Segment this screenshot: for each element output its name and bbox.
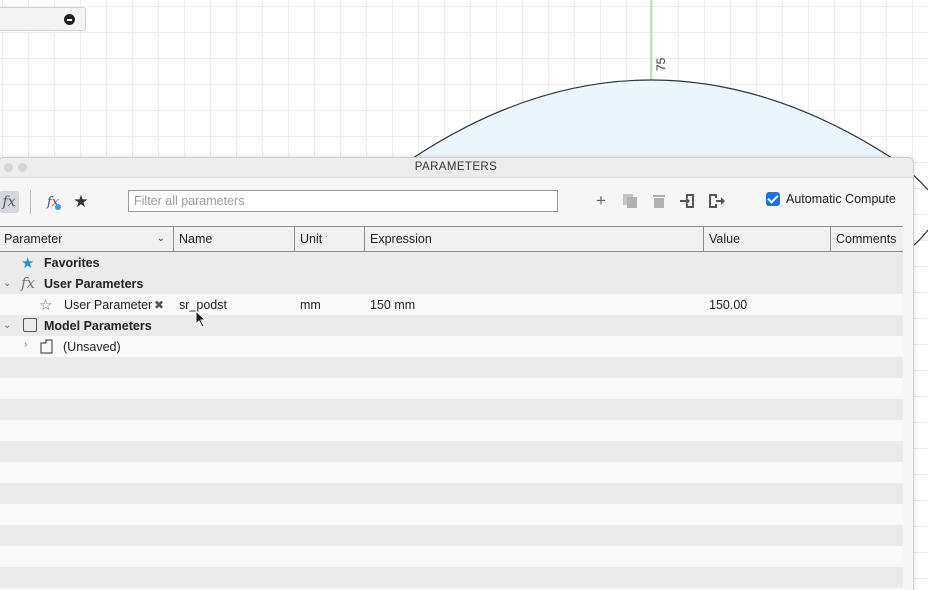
parameter-unit[interactable]: mm — [300, 298, 321, 312]
empty-row — [0, 378, 903, 399]
dialog-title: PARAMETERS — [414, 161, 498, 173]
unsaved-row[interactable]: › (Unsaved) — [0, 336, 903, 357]
empty-row — [0, 504, 903, 525]
delete-icon[interactable] — [648, 191, 670, 211]
user-parameters-label: User Parameters — [44, 277, 144, 291]
chevron-down-icon[interactable]: ⌄ — [157, 233, 165, 244]
parameters-table: Parameter ⌄ Name Unit Expression Value C… — [0, 226, 903, 590]
column-header-value[interactable]: Value — [704, 227, 831, 251]
component-icon — [23, 318, 37, 332]
circle-arc[interactable] — [409, 79, 896, 161]
copy-icon[interactable] — [619, 191, 641, 211]
empty-row — [0, 567, 903, 588]
automatic-compute-toggle[interactable]: Automatic Compute — [766, 192, 896, 206]
add-icon[interactable]: + — [590, 191, 612, 211]
automatic-compute-checkbox[interactable] — [766, 192, 780, 206]
empty-row — [0, 525, 903, 546]
chevron-down-icon[interactable]: ⌄ — [3, 278, 11, 289]
column-header-unit[interactable]: Unit — [295, 227, 365, 251]
chevron-right-icon[interactable]: › — [24, 339, 27, 350]
model-parameters-label: Model Parameters — [44, 319, 152, 333]
chevron-down-icon[interactable]: ⌄ — [3, 320, 11, 331]
favorites-label: Favorites — [44, 256, 100, 270]
circle-arc-edge — [913, 229, 928, 246]
column-header-comments[interactable]: Comments — [831, 227, 903, 251]
model-parameters-row[interactable]: ⌄ Model Parameters — [0, 315, 903, 336]
empty-row — [0, 420, 903, 441]
empty-row — [0, 399, 903, 420]
parameter-value: 150.00 — [709, 298, 748, 312]
dimension-label[interactable]: 75 — [654, 51, 668, 71]
empty-row — [0, 483, 903, 504]
parameters-dialog: PARAMETERS fx fx ★ + Automatic Compute P… — [0, 157, 914, 590]
dialog-titlebar[interactable]: PARAMETERS — [0, 158, 913, 178]
column-header-parameter[interactable]: Parameter ⌄ — [0, 227, 174, 251]
document-icon — [39, 338, 57, 357]
toolbar-separator — [30, 190, 31, 214]
star-filled-icon: ★ — [21, 255, 35, 272]
empty-row — [0, 546, 903, 567]
user-parameters-row[interactable]: ⌄ fx User Parameters — [0, 273, 903, 294]
table-header: Parameter ⌄ Name Unit Expression Value C… — [0, 226, 903, 252]
filter-input[interactable] — [129, 191, 557, 211]
minus-circle-icon[interactable] — [64, 14, 75, 25]
automatic-compute-label: Automatic Compute — [786, 192, 896, 206]
function-icon: fx — [21, 274, 36, 292]
parameter-expression[interactable]: 150 mm — [370, 298, 415, 312]
favorites-row[interactable]: ★ Favorites — [0, 252, 903, 273]
close-icon[interactable]: ✖ — [154, 298, 164, 312]
table-row[interactable]: ☆ User Parameter ✖ sr_podst mm 150 mm 15… — [0, 294, 903, 315]
parameter-label: User Parameter — [64, 298, 153, 312]
empty-row — [0, 357, 903, 378]
export-icon[interactable] — [706, 191, 728, 211]
star-outline-icon[interactable]: ☆ — [39, 296, 52, 314]
empty-row — [0, 462, 903, 483]
user-function-icon[interactable]: fx — [41, 191, 65, 213]
column-header-name[interactable]: Name — [174, 227, 295, 251]
star-icon[interactable]: ★ — [71, 191, 91, 213]
unsaved-label: (Unsaved) — [63, 340, 121, 354]
mouse-cursor-icon — [195, 310, 207, 328]
empty-row — [0, 441, 903, 462]
import-icon[interactable] — [677, 191, 699, 211]
function-icon[interactable]: fx — [0, 191, 19, 213]
collapsed-browser-bar[interactable] — [0, 7, 86, 31]
filter-field[interactable] — [128, 190, 558, 212]
column-header-expression[interactable]: Expression — [365, 227, 704, 251]
